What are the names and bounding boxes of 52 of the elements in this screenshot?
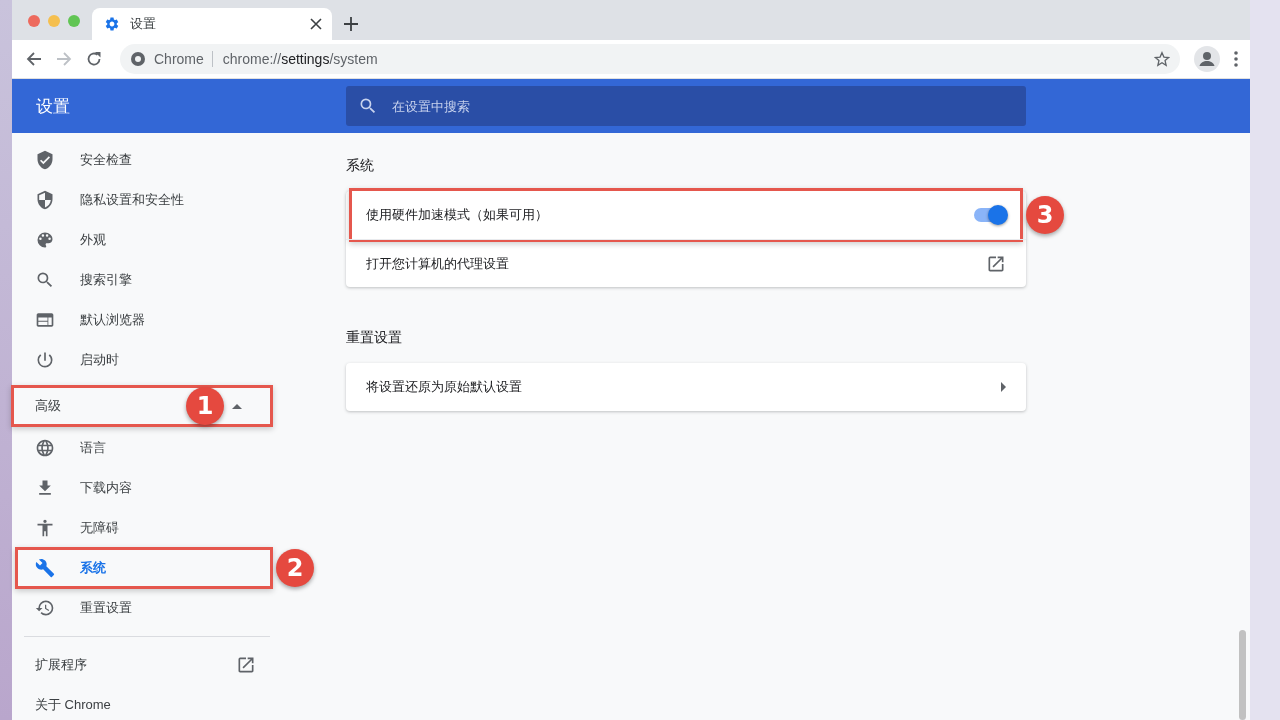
address-bar[interactable]: Chrome chrome://settings/system bbox=[120, 44, 1180, 74]
search-icon bbox=[35, 270, 55, 290]
menu-icon[interactable] bbox=[1234, 51, 1238, 67]
history-icon bbox=[35, 598, 55, 618]
browser-tab[interactable]: 设置 bbox=[92, 8, 332, 40]
about-chrome-link[interactable]: 关于 Chrome bbox=[35, 696, 256, 714]
sidebar-item[interactable]: 启动时 bbox=[12, 340, 270, 380]
search-icon bbox=[358, 96, 378, 116]
reload-icon[interactable] bbox=[86, 51, 102, 67]
shield-check-icon bbox=[35, 150, 55, 170]
wrench-icon bbox=[35, 558, 55, 578]
toggle-switch[interactable] bbox=[974, 208, 1006, 222]
callout-number: 1 bbox=[186, 387, 224, 425]
shield-icon bbox=[35, 190, 55, 210]
settings-icon bbox=[104, 16, 120, 32]
callout-number: 3 bbox=[1026, 196, 1064, 234]
advanced-section-toggle[interactable]: 高级 1 bbox=[14, 388, 270, 424]
caret-icon bbox=[232, 403, 242, 409]
search-field[interactable]: 在设置中搜索 bbox=[346, 86, 1026, 126]
sidebar-item[interactable]: 下载内容 bbox=[12, 468, 270, 508]
power-icon bbox=[35, 350, 55, 370]
back-arrow-icon[interactable] bbox=[26, 51, 42, 67]
setting-label: 使用硬件加速模式（如果可用） bbox=[366, 206, 548, 224]
profile-avatar-icon[interactable] bbox=[1194, 46, 1220, 72]
sidebar-item[interactable]: 无障碍 bbox=[12, 508, 270, 548]
section-heading: 重置设置 bbox=[346, 329, 403, 347]
external-link-icon bbox=[236, 655, 256, 675]
setting-label: 将设置还原为原始默认设置 bbox=[366, 378, 522, 396]
sidebar-item[interactable]: 搜索引擎 bbox=[12, 260, 270, 300]
new-tab-icon[interactable] bbox=[344, 17, 358, 31]
browser-window-icon bbox=[35, 310, 55, 330]
sidebar-item[interactable]: 语言 bbox=[12, 428, 270, 468]
scrollbar-thumb[interactable] bbox=[1239, 630, 1246, 720]
callout-number: 2 bbox=[276, 549, 314, 587]
caret-right-icon bbox=[1001, 382, 1006, 392]
page-title: 设置 bbox=[35, 95, 71, 118]
site-label: Chrome bbox=[154, 51, 204, 67]
palette-icon bbox=[35, 230, 55, 250]
url-text: chrome://settings/system bbox=[211, 51, 378, 67]
section-heading: 系统 bbox=[346, 157, 375, 175]
extensions-link[interactable]: 扩展程序 bbox=[35, 656, 236, 674]
sidebar-item[interactable]: 外观 bbox=[12, 220, 270, 260]
close-icon[interactable] bbox=[310, 18, 322, 30]
sidebar-item[interactable]: 默认浏览器 bbox=[12, 300, 270, 340]
sidebar-item[interactable]: 重置设置 bbox=[12, 588, 270, 628]
setting-row[interactable]: 打开您计算机的代理设置 bbox=[346, 239, 1026, 287]
sidebar-item[interactable]: 隐私设置和安全性 bbox=[12, 180, 270, 220]
person-icon bbox=[35, 518, 55, 538]
sidebar-item[interactable]: 安全检查 bbox=[12, 140, 270, 180]
setting-row[interactable]: 将设置还原为原始默认设置 bbox=[346, 363, 1026, 411]
setting-label: 打开您计算机的代理设置 bbox=[366, 254, 509, 273]
star-icon[interactable] bbox=[1154, 51, 1170, 67]
